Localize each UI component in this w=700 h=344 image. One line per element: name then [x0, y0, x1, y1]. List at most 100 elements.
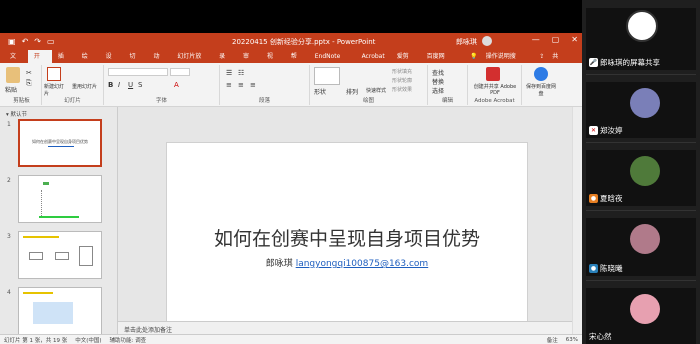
- user-name[interactable]: 郎咏琪: [456, 37, 477, 47]
- avatar[interactable]: [482, 36, 492, 46]
- accessibility[interactable]: 辅助功能: 调查: [110, 336, 147, 344]
- new-slide-button[interactable]: 新建幻灯片: [44, 83, 68, 97]
- bullets-icon[interactable]: ☰: [226, 69, 232, 77]
- close-icon[interactable]: ✕: [571, 35, 578, 44]
- divider: [586, 210, 696, 211]
- create-pdf-button[interactable]: 创建并共享 Adobe PDF: [470, 83, 520, 96]
- notes-pane[interactable]: 单击此处添加备注: [118, 321, 572, 334]
- thumbnail-graphic: [41, 190, 69, 216]
- strikethrough-button[interactable]: S: [138, 81, 142, 89]
- present-icon[interactable]: ▭: [47, 37, 55, 46]
- email-link[interactable]: langyongqi100875@163.com: [296, 259, 429, 269]
- undo-icon[interactable]: ↶: [22, 37, 29, 46]
- zoom-level[interactable]: 63%: [566, 337, 578, 343]
- user-icon[interactable]: ●: [589, 194, 598, 203]
- align-center-icon[interactable]: ≡: [238, 81, 244, 89]
- tab-record[interactable]: 录制: [213, 50, 237, 73]
- slide-subtitle[interactable]: 郎咏琪 langyongqi100875@163.com: [167, 256, 527, 269]
- mic-icon[interactable]: 🎤: [589, 58, 598, 67]
- participant-tile[interactable]: 宋心然: [586, 288, 696, 344]
- reuse-slides-button[interactable]: 重用幻灯片: [72, 83, 98, 90]
- avatar: [626, 10, 658, 42]
- tab-acrobat[interactable]: Acrobat: [356, 50, 391, 63]
- user-icon[interactable]: ●: [589, 264, 598, 273]
- tab-design[interactable]: 设计: [100, 50, 124, 73]
- save-icon[interactable]: ▣: [8, 37, 16, 46]
- group-label: Adobe Acrobat: [474, 98, 515, 104]
- slide-title[interactable]: 如何在创赛中呈现自身项目优势: [167, 224, 527, 251]
- pdf-icon[interactable]: [486, 67, 500, 81]
- slide-thumbnail-1[interactable]: 如何在创赛中呈现自身项目优势: [18, 119, 102, 167]
- slide-count: 幻灯片 第 1 张，共 19 张: [4, 337, 68, 344]
- shape-fill-button[interactable]: 形状填充: [392, 68, 412, 75]
- paste-button[interactable]: 粘贴: [5, 85, 17, 94]
- maximize-icon[interactable]: ▢: [552, 35, 560, 44]
- slide-thumbnail-3[interactable]: [18, 231, 102, 279]
- title-bar: ▣ ↶ ↷ ▭ 20220415 创新经验分享.pptx - PowerPoin…: [0, 33, 582, 50]
- tab-help[interactable]: 帮助: [285, 50, 309, 73]
- notes-toggle[interactable]: 备注: [547, 336, 558, 344]
- quick-styles-button[interactable]: 快速样式: [366, 87, 386, 94]
- shape-outline-button[interactable]: 形状轮廓: [392, 77, 412, 84]
- copy-icon[interactable]: ⎘: [26, 79, 32, 88]
- current-slide[interactable]: 如何在创赛中呈现自身项目优势 郎咏琪 langyongqi100875@163.…: [166, 142, 528, 344]
- italic-button[interactable]: I: [118, 81, 120, 89]
- language[interactable]: 中文(中国): [75, 336, 101, 344]
- participant-tile[interactable]: ● 陈晓曦: [586, 218, 696, 276]
- tab-slideshow[interactable]: 幻灯片放映: [171, 50, 213, 73]
- window-title: 20220415 创新经验分享.pptx - PowerPoint: [232, 38, 376, 46]
- tab-aijianji[interactable]: 爱剪辑: [391, 50, 421, 73]
- tell-me-search[interactable]: 💡 操作说明搜索: [464, 50, 533, 73]
- participant-name: ● 陈晓曦: [589, 264, 623, 273]
- select-button[interactable]: 选择: [432, 86, 444, 95]
- group-label: 段落: [258, 98, 270, 104]
- slide-thumbnail-2[interactable]: [18, 175, 102, 223]
- minimize-icon[interactable]: —: [532, 35, 540, 44]
- tab-file[interactable]: 文件: [4, 50, 28, 73]
- paste-icon[interactable]: [6, 67, 20, 83]
- bold-button[interactable]: B: [108, 81, 113, 89]
- numbering-icon[interactable]: ☷: [238, 69, 244, 77]
- participant-tile[interactable]: ✕ 郑汝婷: [586, 82, 696, 138]
- font-name-select[interactable]: [108, 68, 168, 76]
- slide-canvas: 如何在创赛中呈现自身项目优势 郎咏琪 langyongqi100875@163.…: [118, 107, 572, 344]
- thumbnail-graphic: [39, 216, 79, 218]
- tab-animations[interactable]: 动画: [147, 50, 171, 73]
- share-button[interactable]: ⇪ 共享: [533, 50, 576, 73]
- slide-number: 1: [7, 121, 11, 128]
- replace-button[interactable]: 替换: [432, 77, 444, 86]
- vertical-scrollbar[interactable]: [572, 107, 582, 334]
- save-baidu-button[interactable]: 保存到百度网盘: [524, 83, 558, 97]
- cut-icon[interactable]: ✂: [26, 69, 32, 77]
- find-button[interactable]: 查找: [432, 68, 444, 77]
- new-slide-icon[interactable]: [47, 67, 61, 81]
- tab-review[interactable]: 审阅: [237, 50, 261, 73]
- align-right-icon[interactable]: ≡: [250, 81, 256, 89]
- mic-muted-icon[interactable]: ✕: [589, 126, 598, 135]
- redo-icon[interactable]: ↷: [34, 37, 41, 46]
- participant-tile[interactable]: ● 夏晗夜: [586, 150, 696, 206]
- tab-draw[interactable]: 绘图: [76, 50, 100, 73]
- thumbnail-graphic: [79, 246, 93, 266]
- shapes-button[interactable]: 形状: [314, 87, 326, 96]
- tab-baidu[interactable]: 百度网盘: [421, 50, 457, 73]
- shape-effects-button[interactable]: 形状效果: [392, 86, 412, 93]
- group-drawing: 形状 排列 快速样式 形状填充 形状轮廓 形状效果 绘图: [310, 65, 428, 105]
- tab-transitions[interactable]: 切换: [124, 50, 148, 73]
- group-label: 剪贴板: [13, 98, 30, 104]
- slide-thumbnail-4[interactable]: [18, 287, 102, 335]
- baidu-cloud-icon[interactable]: [534, 67, 548, 81]
- slide-thumbnail-pane: ▾ 默认节 1 如何在创赛中呈现自身项目优势 2 3 4: [0, 107, 118, 335]
- tab-insert[interactable]: 插入: [52, 50, 76, 73]
- screen-share-tile[interactable]: 🎤 郎咏琪的屏幕共享: [586, 8, 696, 70]
- tab-endnote[interactable]: EndNote 20: [309, 50, 356, 73]
- font-color-button[interactable]: A: [174, 81, 179, 89]
- thumbnail-email-line: [48, 146, 74, 147]
- align-left-icon[interactable]: ≡: [226, 81, 232, 89]
- underline-button[interactable]: U: [128, 81, 133, 89]
- tab-home[interactable]: 开始: [27, 50, 52, 73]
- tab-view[interactable]: 视图: [261, 50, 285, 73]
- shapes-gallery-icon[interactable]: [314, 67, 340, 85]
- arrange-button[interactable]: 排列: [346, 87, 358, 96]
- font-size-select[interactable]: [170, 68, 190, 76]
